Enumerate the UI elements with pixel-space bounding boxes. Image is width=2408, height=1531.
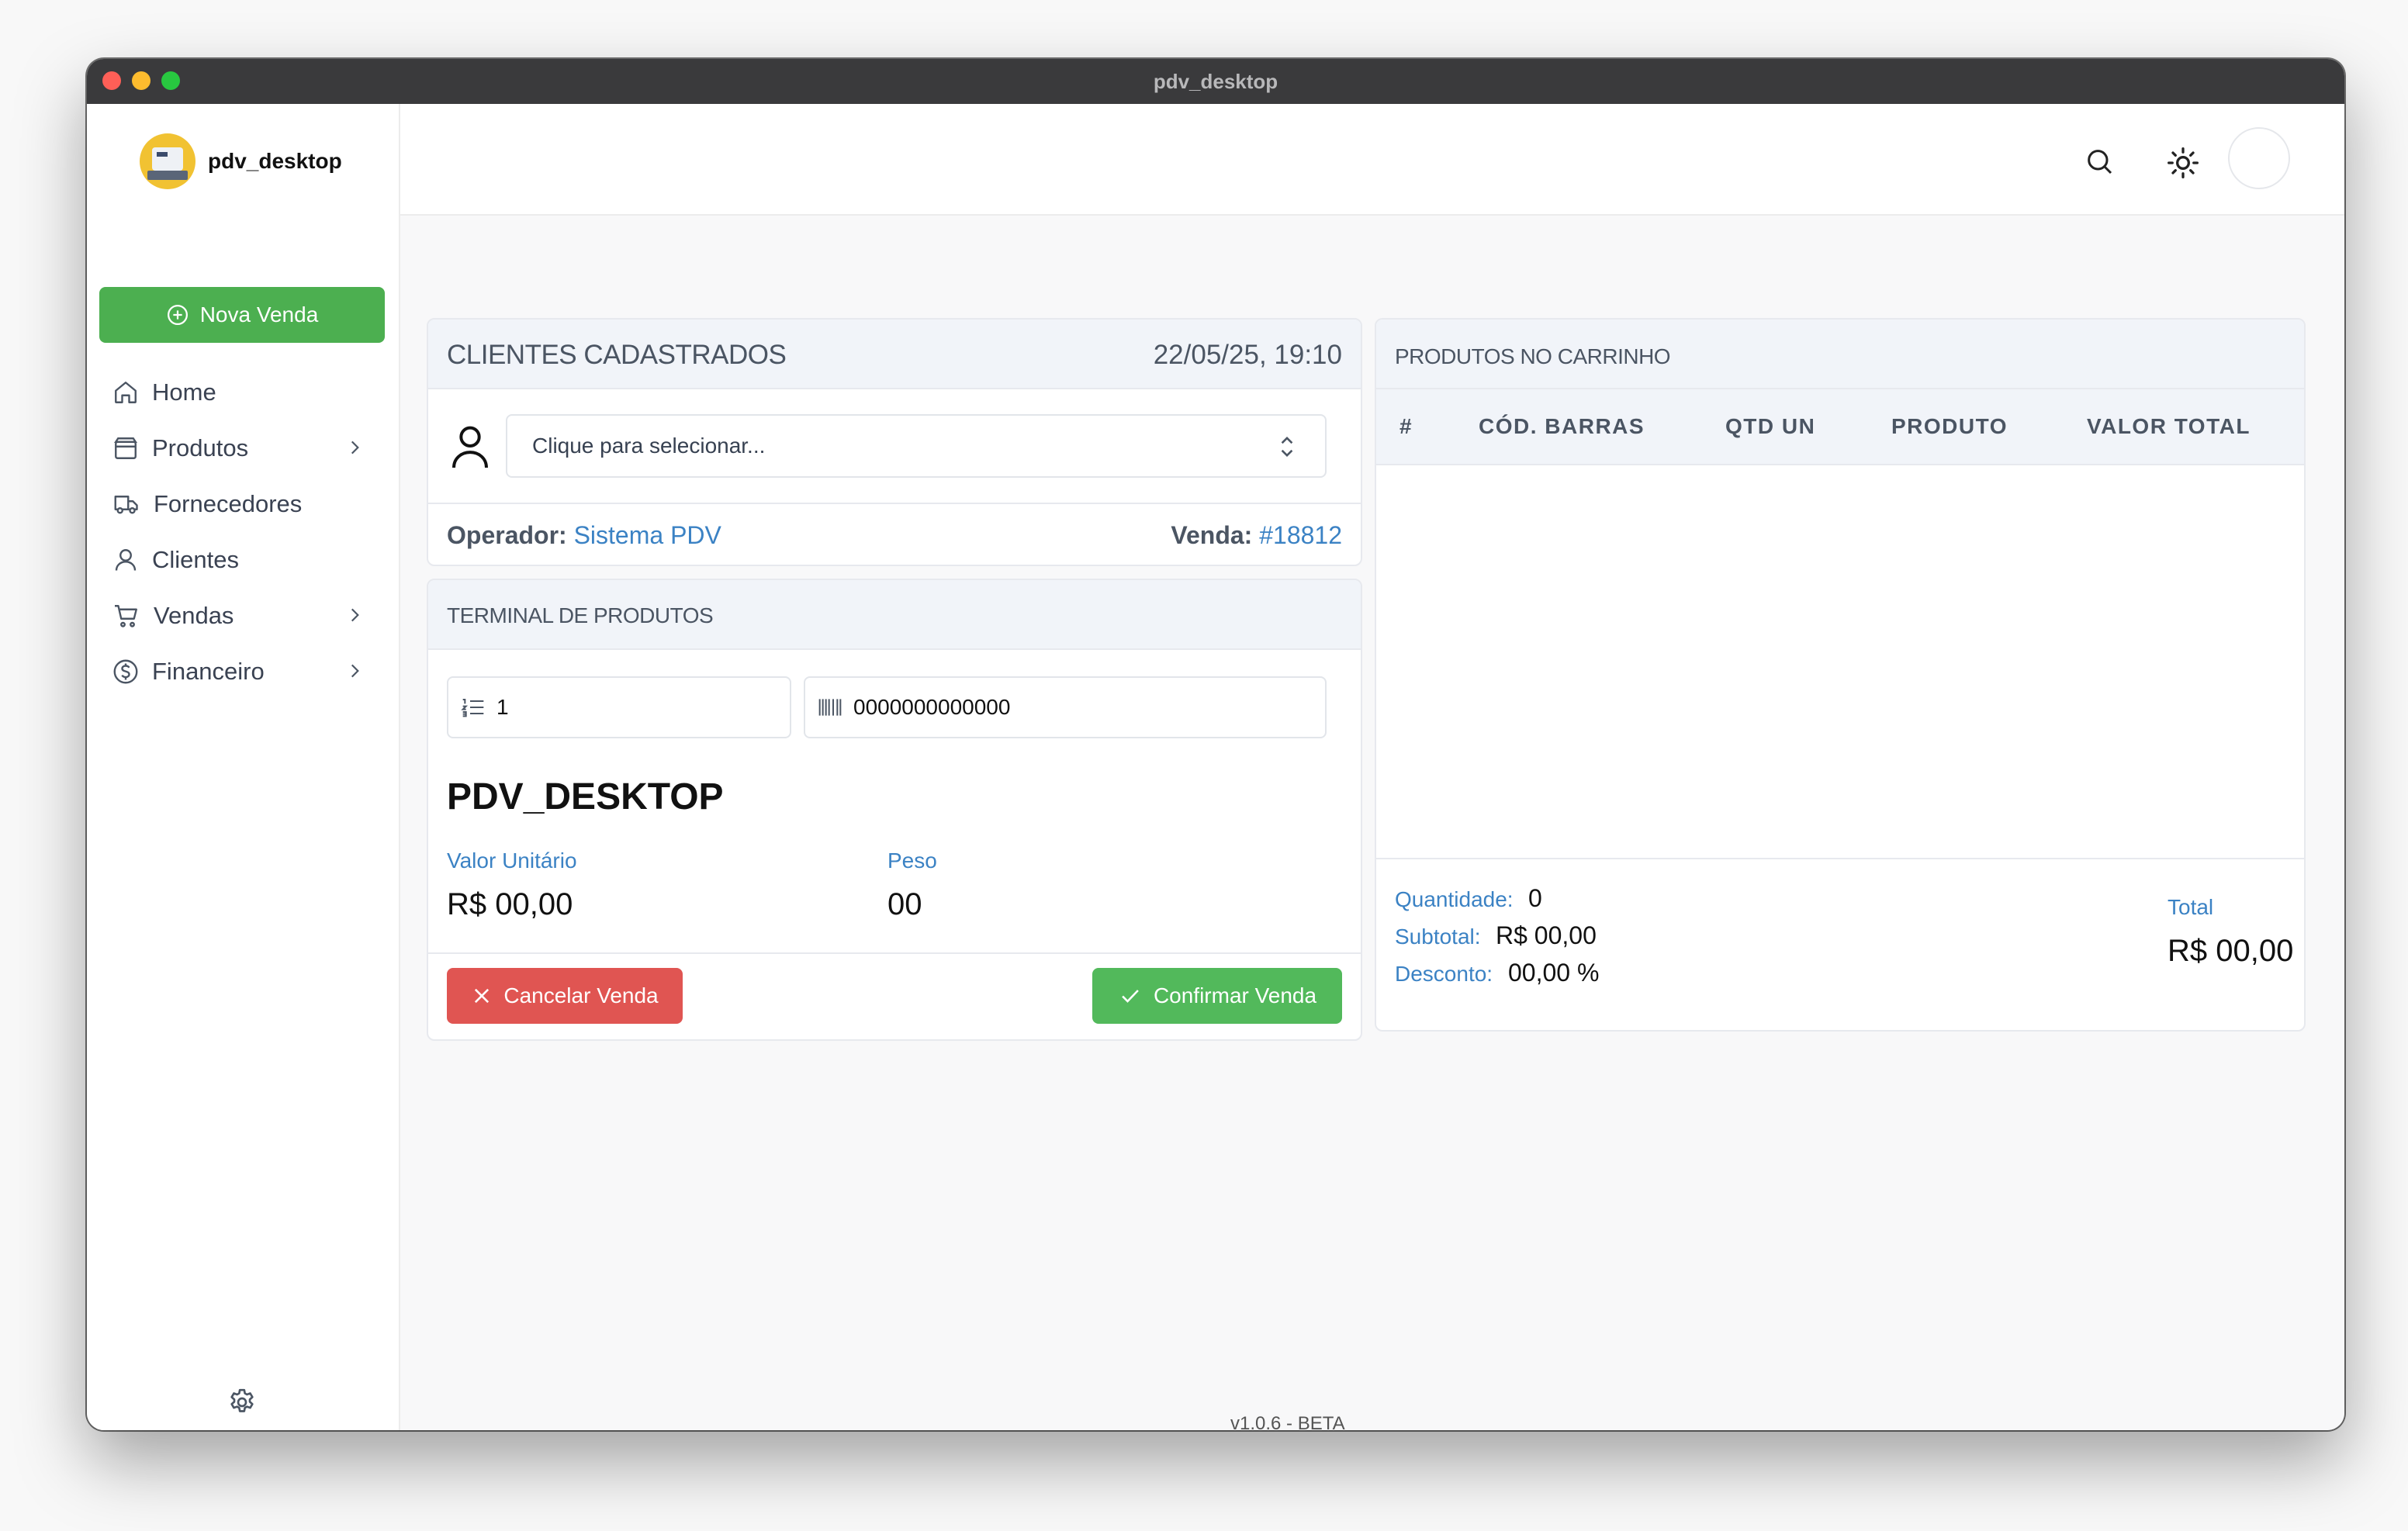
column-header: VALOR TOTAL [2087, 414, 2251, 438]
column-header: # [1399, 414, 1413, 438]
operator-row: Operador: Sistema PDV Venda: #18812 [428, 504, 1361, 565]
close-icon [475, 988, 490, 1004]
sidebar-item-label: Vendas [154, 602, 234, 629]
cart-card-header: PRODUTOS NO CARRINHO [1376, 320, 2304, 389]
user-icon [452, 426, 488, 468]
client-select-placeholder: Clique para selecionar... [532, 434, 766, 458]
new-sale-button[interactable]: Nova Venda [99, 287, 385, 343]
total-value: R$ 00,00 [2168, 934, 2294, 968]
chevron-right-icon [351, 441, 359, 454]
product-terminal-card: TERMINAL DE PRODUTOS 1 0000000000000 PDV… [427, 579, 1362, 1041]
chevron-right-icon [351, 608, 359, 622]
sidebar-item-home[interactable]: Home [109, 365, 385, 420]
quantity-summary-value: 0 [1528, 884, 1542, 912]
sidebar-item-clientes[interactable]: Clientes [109, 532, 385, 588]
close-window-button[interactable] [102, 71, 121, 90]
quantity-summary-label: Quantidade: [1395, 887, 1514, 911]
column-header: CÓD. BARRAS [1479, 414, 1645, 438]
window-title: pdv_desktop [1153, 69, 1278, 93]
barcode-input[interactable]: 0000000000000 [804, 676, 1327, 738]
sidebar-item-label: Financeiro [152, 658, 265, 685]
terminal-title: TERMINAL DE PRODUTOS [447, 603, 714, 627]
subtotal-value: R$ 00,00 [1496, 921, 1597, 949]
plus-circle-icon [167, 305, 188, 325]
app-window: pdv_desktop pdv_desktop Nova Venda Home … [87, 59, 2344, 1430]
minimize-window-button[interactable] [132, 71, 150, 90]
box-icon [114, 437, 137, 459]
weight-label: Peso [887, 848, 937, 873]
sale-number-info: Venda: #18812 [1171, 521, 1342, 549]
barcode-icon [818, 699, 842, 716]
sidebar-nav: Home Produtos Fornecedores Clientes Vend… [109, 365, 385, 700]
client-select[interactable]: Clique para selecionar... [506, 414, 1327, 478]
clients-card-header: CLIENTES CADASTRADOS 22/05/25, 19:10 [428, 320, 1361, 389]
user-icon [115, 549, 137, 571]
terminal-actions: Cancelar Venda Confirmar Venda [428, 952, 1361, 1039]
list-ordered-icon [461, 699, 484, 717]
sidebar: pdv_desktop Nova Venda Home Produtos For… [87, 104, 400, 1430]
client-select-row: Clique para selecionar... [428, 389, 1361, 504]
column-header: QTD UN [1725, 414, 1816, 438]
window-controls [102, 71, 180, 90]
avatar[interactable] [2228, 127, 2290, 189]
sidebar-item-label: Produtos [152, 434, 249, 461]
gear-icon[interactable] [227, 1387, 258, 1418]
total-label: Total [2168, 895, 2214, 919]
check-icon [1122, 990, 1139, 1003]
sidebar-item-produtos[interactable]: Produtos [109, 420, 385, 476]
sidebar-item-label: Home [152, 378, 216, 406]
cart-table-body [1376, 465, 2304, 859]
chevron-right-icon [351, 664, 359, 678]
cancel-sale-label: Cancelar Venda [503, 983, 659, 1007]
cart-table-header: # CÓD. BARRAS QTD UN PRODUTO VALOR TOTAL [1376, 389, 2304, 465]
column-header: PRODUTO [1891, 414, 2008, 438]
operator-info: Operador: Sistema PDV [447, 521, 721, 549]
title-bar: pdv_desktop [87, 59, 2344, 104]
sidebar-item-fornecedores[interactable]: Fornecedores [109, 476, 385, 532]
cart-card: PRODUTOS NO CARRINHO # CÓD. BARRAS QTD U… [1375, 318, 2306, 1032]
sidebar-item-label: Fornecedores [154, 490, 303, 517]
weight-value: 00 [887, 887, 922, 921]
unit-price-value: R$ 00,00 [447, 887, 573, 921]
zoom-window-button[interactable] [161, 71, 180, 90]
new-sale-label: Nova Venda [199, 302, 319, 327]
terminal-card-header: TERMINAL DE PRODUTOS [428, 580, 1361, 650]
cart-title: PRODUTOS NO CARRINHO [1395, 344, 1671, 368]
discount-label: Desconto: [1395, 962, 1493, 986]
cancel-sale-button[interactable]: Cancelar Venda [447, 968, 683, 1024]
home-icon [115, 382, 137, 403]
confirm-sale-label: Confirmar Venda [1153, 983, 1317, 1007]
confirm-sale-button[interactable]: Confirmar Venda [1092, 968, 1342, 1024]
chevron-up-down-icon [1281, 436, 1293, 458]
discount-value: 00,00 % [1508, 959, 1600, 987]
unit-price-label: Valor Unitário [447, 848, 577, 873]
subtotal-label: Subtotal: [1395, 924, 1481, 949]
operator-link[interactable]: Sistema PDV [574, 521, 721, 549]
sale-number-link[interactable]: #18812 [1259, 521, 1342, 549]
top-header [400, 104, 2344, 216]
main-content: CLIENTES CADASTRADOS 22/05/25, 19:10 Cli… [400, 216, 2344, 1430]
cash-register-logo-icon [140, 133, 195, 189]
sun-icon[interactable] [2166, 146, 2200, 180]
app-version: v1.0.6 - BETA [1230, 1413, 1345, 1430]
brand-name: pdv_desktop [208, 149, 342, 173]
cart-icon [115, 605, 137, 627]
sale-datetime: 22/05/25, 19:10 [1153, 340, 1342, 370]
sidebar-item-vendas[interactable]: Vendas [109, 588, 385, 644]
quantity-input[interactable]: 1 [447, 676, 791, 738]
product-name: PDV_DESKTOP [447, 776, 724, 817]
brand[interactable]: pdv_desktop [140, 133, 342, 189]
barcode-value: 0000000000000 [853, 695, 1011, 719]
clients-card: CLIENTES CADASTRADOS 22/05/25, 19:10 Cli… [427, 318, 1362, 566]
quantity-value: 1 [496, 695, 509, 719]
truck-icon [114, 496, 138, 514]
clients-title: CLIENTES CADASTRADOS [447, 340, 787, 370]
dollar-icon [113, 659, 138, 684]
sidebar-item-label: Clientes [152, 546, 239, 573]
sidebar-item-financeiro[interactable]: Financeiro [109, 644, 385, 700]
search-icon[interactable] [2084, 146, 2115, 177]
